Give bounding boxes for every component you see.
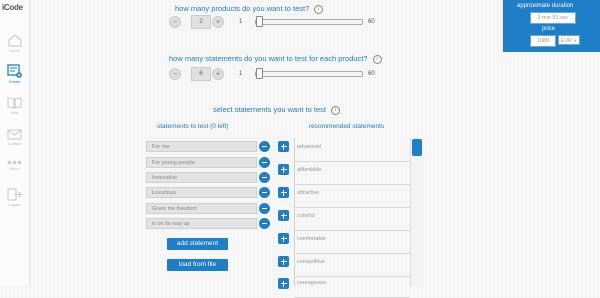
products-count-input[interactable]: 2 — [191, 15, 211, 29]
minus-icon: − — [172, 17, 178, 26]
statements-max-label: 60 — [368, 71, 375, 77]
statement-input[interactable]: Luxurious — [146, 187, 257, 198]
products-max-label: 60 — [368, 19, 375, 25]
add-statement-button[interactable]: add statement — [167, 238, 228, 250]
sidebar-item-logout[interactable]: Logout — [0, 188, 29, 207]
statements-question: how many statements do you want to test … — [169, 54, 382, 64]
brand-name: iCode — [2, 3, 23, 12]
remove-statement-button[interactable] — [259, 141, 270, 152]
select-statements-text: select statements you want to test — [213, 105, 326, 114]
list-item: colorful — [294, 209, 410, 231]
statement-input[interactable]: is on its way up — [146, 218, 257, 229]
load-from-file-button[interactable]: load from file — [167, 259, 228, 271]
statement-input[interactable]: Innovative — [146, 172, 257, 183]
minus-icon: − — [172, 69, 178, 78]
add-recommended-button[interactable] — [278, 233, 289, 244]
add-recommended-button[interactable] — [278, 187, 289, 198]
products-decrement-button[interactable]: − — [169, 16, 181, 28]
info-icon[interactable]: i — [314, 4, 324, 14]
remove-statement-button[interactable] — [259, 203, 270, 214]
products-increment-button[interactable]: + — [212, 16, 224, 28]
recommended-title: recommended statements — [309, 123, 385, 130]
statements-to-test-title: statements to test (0 left) — [157, 123, 229, 130]
more-icon — [7, 160, 22, 165]
remove-statement-button[interactable] — [259, 218, 270, 229]
price-label: price — [542, 26, 556, 32]
sidebar-item-contact[interactable]: Contact — [0, 129, 29, 146]
statements-min-label: 1 — [239, 71, 243, 77]
duration-title: approximate duration — [517, 3, 574, 9]
products-question: how many products do you want to test? i — [175, 4, 324, 14]
info-icon[interactable]: i — [331, 105, 341, 115]
list-item: comfortable — [294, 232, 410, 254]
list-item: affordable — [294, 163, 410, 185]
sidebar-item-label: More — [9, 166, 20, 171]
statements-increment-button[interactable]: + — [212, 68, 224, 80]
sidebar-item-label: Logout — [8, 202, 21, 207]
statement-input[interactable]: For me — [146, 141, 257, 152]
statement-input[interactable]: For young people — [146, 157, 257, 168]
select-statements-heading: select statements you want to test i — [213, 105, 341, 115]
statements-count-input[interactable]: 6 — [191, 67, 211, 81]
mail-icon — [7, 129, 22, 140]
add-recommended-button[interactable] — [278, 164, 289, 175]
sidebar-item-label: Home — [9, 48, 20, 53]
sidebar-item-home[interactable]: Home — [0, 34, 29, 53]
sidebar-item-more[interactable]: More — [0, 160, 29, 171]
book-icon — [7, 97, 22, 109]
list-item: advanced — [294, 140, 410, 162]
recommended-scroll-thumb[interactable] — [412, 139, 422, 156]
statement-input[interactable]: Gives me freedom — [146, 203, 257, 214]
products-min-label: 1 — [239, 19, 243, 25]
duration-value: 2 min 53 sec — [530, 12, 576, 24]
info-icon[interactable]: i — [372, 54, 382, 64]
sidebar: iCode Home Create Help Contact More Logo… — [0, 0, 30, 286]
price-value: 1080 — [530, 35, 556, 47]
add-recommended-button[interactable] — [278, 278, 289, 289]
currency-value: EUR — [561, 38, 572, 44]
sidebar-item-help[interactable]: Help — [0, 97, 29, 115]
app-logo: iCode — [2, 3, 28, 27]
products-slider-handle[interactable] — [256, 16, 263, 27]
products-slider[interactable] — [255, 19, 363, 25]
list-item: competitive — [294, 255, 410, 277]
add-recommended-button[interactable] — [278, 141, 289, 152]
duration-panel: approximate duration 2 min 53 sec price … — [503, 0, 600, 52]
plus-icon: + — [215, 17, 221, 26]
statements-question-text: how many statements do you want to test … — [169, 54, 368, 63]
list-item: attractive — [294, 186, 410, 208]
chevron-down-icon: ▼ — [573, 38, 577, 43]
sidebar-item-label: Create — [8, 79, 21, 84]
plus-icon: + — [215, 69, 221, 78]
sidebar-item-label: Contact — [7, 141, 22, 146]
create-icon — [7, 64, 22, 78]
statements-slider[interactable] — [255, 71, 363, 77]
recommended-scrollbar[interactable] — [410, 138, 424, 286]
logout-icon — [7, 188, 22, 201]
remove-statement-button[interactable] — [259, 172, 270, 183]
add-recommended-button[interactable] — [278, 256, 289, 267]
products-question-text: how many products do you want to test? — [175, 4, 310, 13]
remove-statement-button[interactable] — [259, 157, 270, 168]
sidebar-item-create[interactable]: Create — [0, 64, 29, 84]
sidebar-item-label: Help — [10, 110, 19, 115]
currency-select[interactable]: EUR ▼ — [558, 35, 580, 45]
add-recommended-button[interactable] — [278, 210, 289, 221]
statements-decrement-button[interactable]: − — [169, 68, 181, 80]
remove-statement-button[interactable] — [259, 187, 270, 198]
statements-slider-handle[interactable] — [256, 68, 263, 79]
home-icon — [7, 34, 22, 47]
list-item: courageous — [294, 276, 410, 298]
